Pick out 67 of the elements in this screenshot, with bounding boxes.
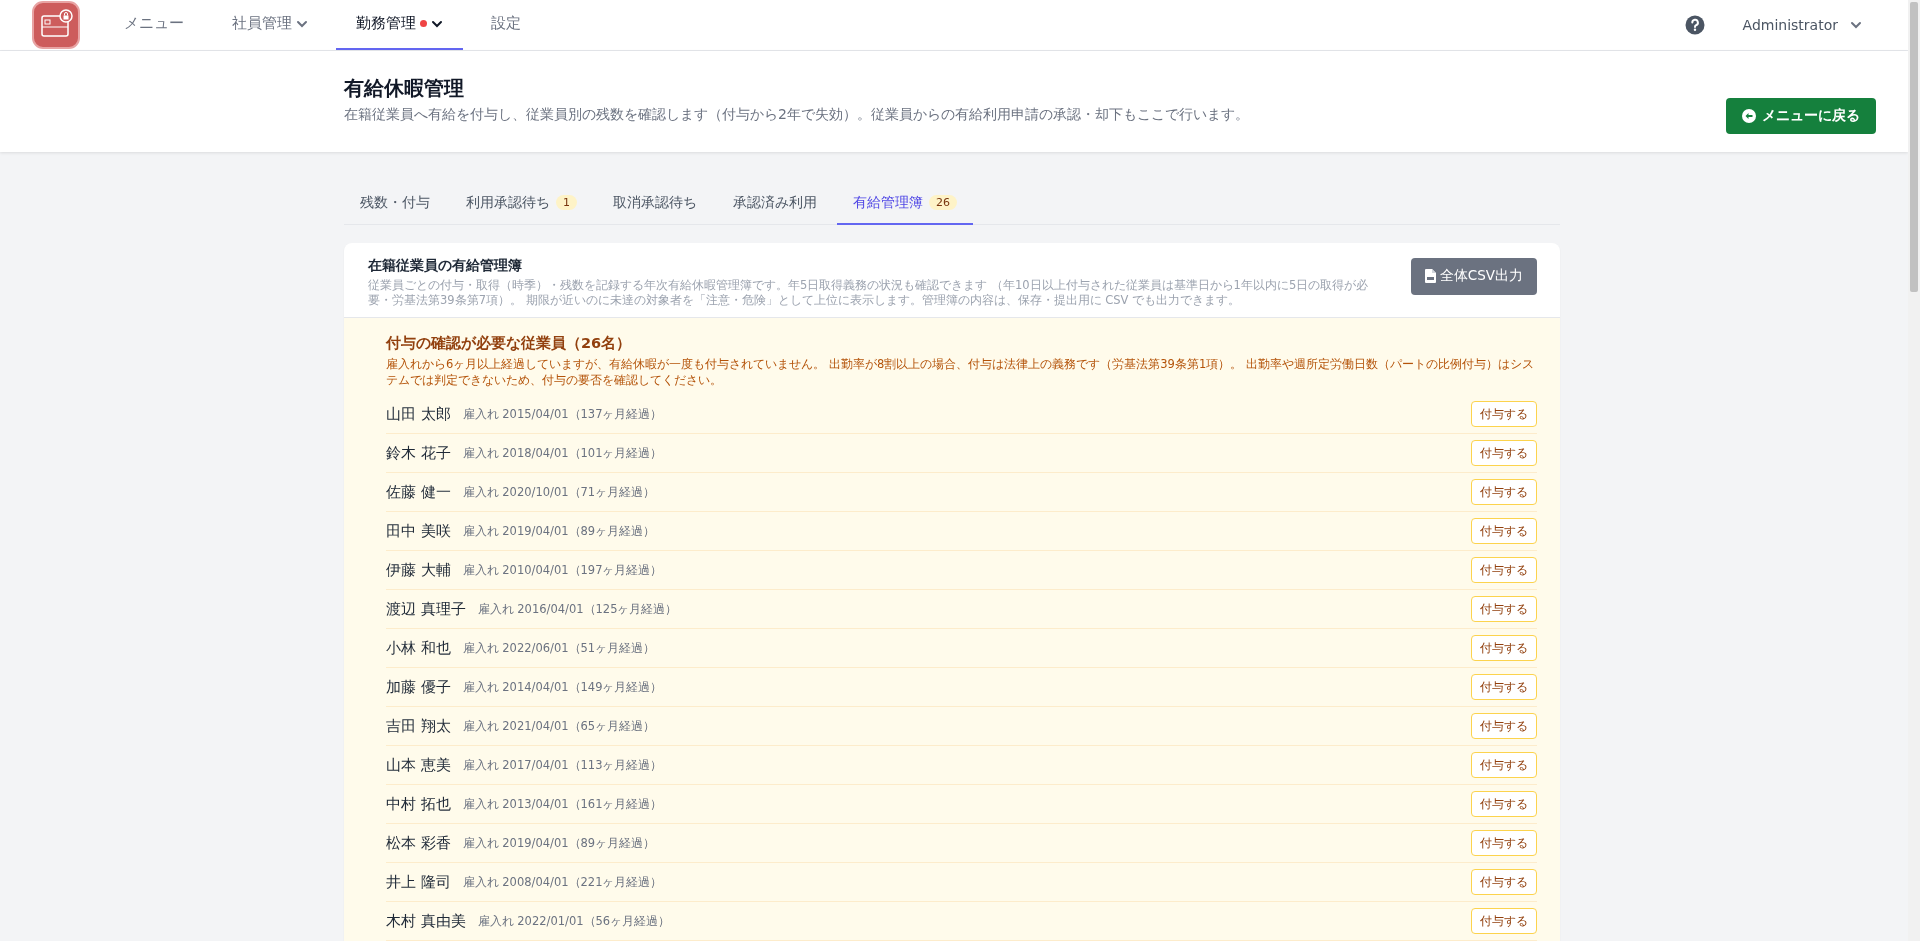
arrow-left-icon <box>1742 108 1756 123</box>
notice-text: 雇入れから6ヶ月以上経過していますが、有給休暇が一度も付与されていません。 出勤率が8割以上の場合、付与は法律上の義務です（労基法第39条第1項）。 出勤率や週所定労働日数（パートの比例付与）はシステムでは判定できないため、付与の要否を確認してください。 <box>386 355 1535 389</box>
tab[interactable]: 残数・付与 <box>344 183 446 225</box>
tab[interactable]: 有給管理簿 26 <box>837 183 973 225</box>
logo-icon[interactable] <box>32 0 80 49</box>
hire-date-text: 雇入れ 2022/06/01（51ヶ月経過） <box>462 640 657 656</box>
hire-date-text: 雇入れ 2019/04/01（89ヶ月経過） <box>462 835 657 851</box>
grant-button[interactable]: 付与する <box>1471 713 1537 739</box>
count-badge: 1 <box>556 195 577 211</box>
employee-name: 山田 太郎 <box>386 404 451 424</box>
card-description: 従業員ごとの付与・取得（時季）・残数を記録する年次有給休暇管理簿です。年5日取得義務の状況も確認できます （年10日以上付与された従業員は基準日から1年以内に5日の取得が必要・労基法第39条第7項）。 期限が近いのに未達の対象者を「注意・危険」として上位に表示します。管理簿の内容は、保存・提出用に CSV でも出力できます。 <box>368 277 1370 309</box>
tab[interactable]: 利用承認待ち 1 <box>450 183 593 225</box>
employee-name: 吉田 翔太 <box>386 716 451 736</box>
grant-button[interactable]: 付与する <box>1471 440 1537 466</box>
nav-item[interactable]: 勤務管理 <box>336 0 463 50</box>
hire-date-text: 雇入れ 2014/04/01（149ヶ月経過） <box>462 679 664 695</box>
employee-name: 田中 美咲 <box>386 521 451 541</box>
hire-date-text: 雇入れ 2022/01/01（56ヶ月経過） <box>477 913 672 929</box>
card-title: 在籍従業員の有給管理簿 <box>368 256 523 275</box>
hire-date-text: 雇入れ 2020/10/01（71ヶ月経過） <box>462 484 657 500</box>
notice-title: 付与の確認が必要な従業員（26名） <box>386 333 633 353</box>
tab[interactable]: 取消承認待ち <box>597 183 713 225</box>
grant-button[interactable]: 付与する <box>1471 674 1537 700</box>
page-subtitle: 在籍従業員へ有給を付与し、従業員別の残数を確認します（付与から2年で失効）。従業員からの有給利用申請の承認・却下もここで行います。 <box>344 105 1250 124</box>
hire-date-text: 雇入れ 2010/04/01（197ヶ月経過） <box>462 562 664 578</box>
grant-button[interactable]: 付与する <box>1471 791 1537 817</box>
employee-name: 渡辺 真理子 <box>386 599 466 619</box>
nav-item[interactable]: 設定 <box>471 0 541 50</box>
grant-button[interactable]: 付与する <box>1471 635 1537 661</box>
grant-button[interactable]: 付与する <box>1471 596 1537 622</box>
employee-name: 松本 彩香 <box>386 833 451 853</box>
scrollbar[interactable] <box>1908 0 1920 941</box>
tab[interactable]: 承認済み利用 <box>717 183 833 225</box>
user-menu[interactable]: Administrator <box>1728 0 1876 50</box>
grant-button[interactable]: 付与する <box>1471 401 1537 427</box>
grant-button[interactable]: 付与する <box>1471 908 1537 934</box>
employee-name: 鈴木 花子 <box>386 443 451 463</box>
grant-button[interactable]: 付与する <box>1471 518 1537 544</box>
employee-name: 山本 恵美 <box>386 755 451 775</box>
grant-button[interactable]: 付与する <box>1471 830 1537 856</box>
file-icon <box>1424 269 1436 284</box>
hire-date-text: 雇入れ 2013/04/01（161ヶ月経過） <box>462 796 664 812</box>
employee-name: 伊藤 大輔 <box>386 560 451 580</box>
grant-button[interactable]: 付与する <box>1471 869 1537 895</box>
page-title: 有給休暇管理 <box>344 74 465 102</box>
hire-date-text: 雇入れ 2019/04/01（89ヶ月経過） <box>462 523 657 539</box>
employee-name: 井上 隆司 <box>386 872 451 892</box>
hire-date-text: 雇入れ 2016/04/01（125ヶ月経過） <box>477 601 679 617</box>
grant-button[interactable]: 付与する <box>1471 557 1537 583</box>
employee-name: 加藤 優子 <box>386 677 451 697</box>
back-to-menu-button[interactable]: メニューに戻る <box>1726 97 1876 134</box>
hire-date-text: 雇入れ 2021/04/01（65ヶ月経過） <box>462 718 657 734</box>
hire-date-text: 雇入れ 2017/04/01（113ヶ月経過） <box>462 757 664 773</box>
employee-name: 中村 拓也 <box>386 794 451 814</box>
help-icon[interactable] <box>1684 14 1705 35</box>
hire-date-text: 雇入れ 2008/04/01（221ヶ月経過） <box>462 874 664 890</box>
nav-item[interactable]: メニュー <box>104 0 204 50</box>
hire-date-text: 雇入れ 2015/04/01（137ヶ月経過） <box>462 406 664 422</box>
nav-item[interactable]: 社員管理 <box>212 0 328 50</box>
csv-export-button[interactable]: 全体CSV出力 <box>1410 257 1537 295</box>
employee-name: 小林 和也 <box>386 638 451 658</box>
employee-name: 佐藤 健一 <box>386 482 451 502</box>
grant-button[interactable]: 付与する <box>1471 752 1537 778</box>
grant-button[interactable]: 付与する <box>1471 479 1537 505</box>
hire-date-text: 雇入れ 2018/04/01（101ヶ月経過） <box>462 445 664 461</box>
count-badge: 26 <box>929 195 957 211</box>
employee-name: 木村 真由美 <box>386 911 466 931</box>
